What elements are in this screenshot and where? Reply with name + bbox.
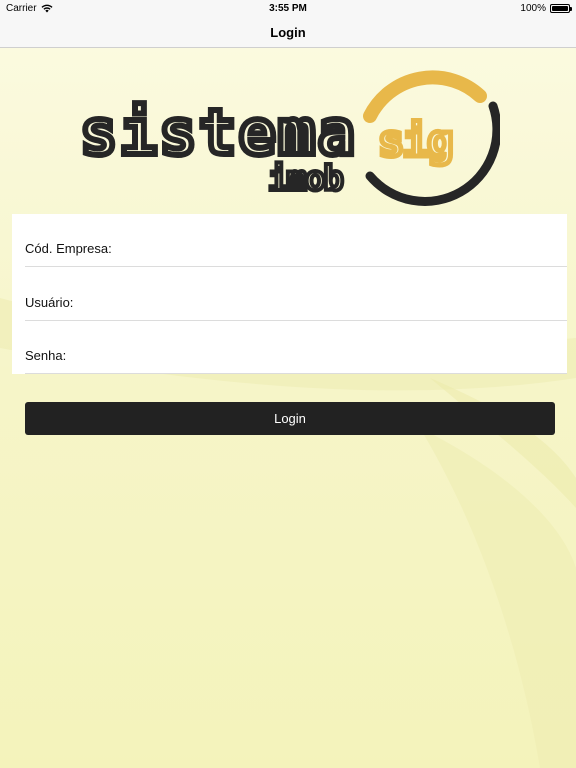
navigation-bar: Login <box>0 18 576 48</box>
battery-icon <box>550 4 572 13</box>
page-title: Login <box>270 25 306 40</box>
password-label: Senha: <box>25 348 67 363</box>
username-input[interactable] <box>135 292 567 314</box>
password-input[interactable] <box>135 345 567 367</box>
logo-sub-text: imob <box>268 159 342 199</box>
battery-fill <box>552 6 568 11</box>
login-button[interactable]: Login <box>25 402 555 435</box>
login-form: Cód. Empresa: Usuário: Senha: <box>12 214 567 374</box>
logo-graphic: sig sistema imob <box>77 70 502 206</box>
company-code-input[interactable] <box>135 238 567 260</box>
company-code-row: Cód. Empresa: <box>25 214 567 267</box>
username-label: Usuário: <box>25 295 74 310</box>
sistema-sig-imob-logo: sig sistema imob <box>77 56 502 214</box>
username-row: Usuário: <box>25 268 567 321</box>
company-code-label: Cód. Empresa: <box>25 241 112 256</box>
logo-ring-accent <box>363 70 487 123</box>
status-right: 100% <box>520 3 572 14</box>
status-time: 3:55 PM <box>269 3 307 14</box>
battery-percent: 100% <box>520 3 546 14</box>
logo-badge-text: sig <box>378 116 451 167</box>
status-bar: Carrier 3:55 PM 100% <box>0 0 576 18</box>
password-row: Senha: <box>25 321 567 374</box>
